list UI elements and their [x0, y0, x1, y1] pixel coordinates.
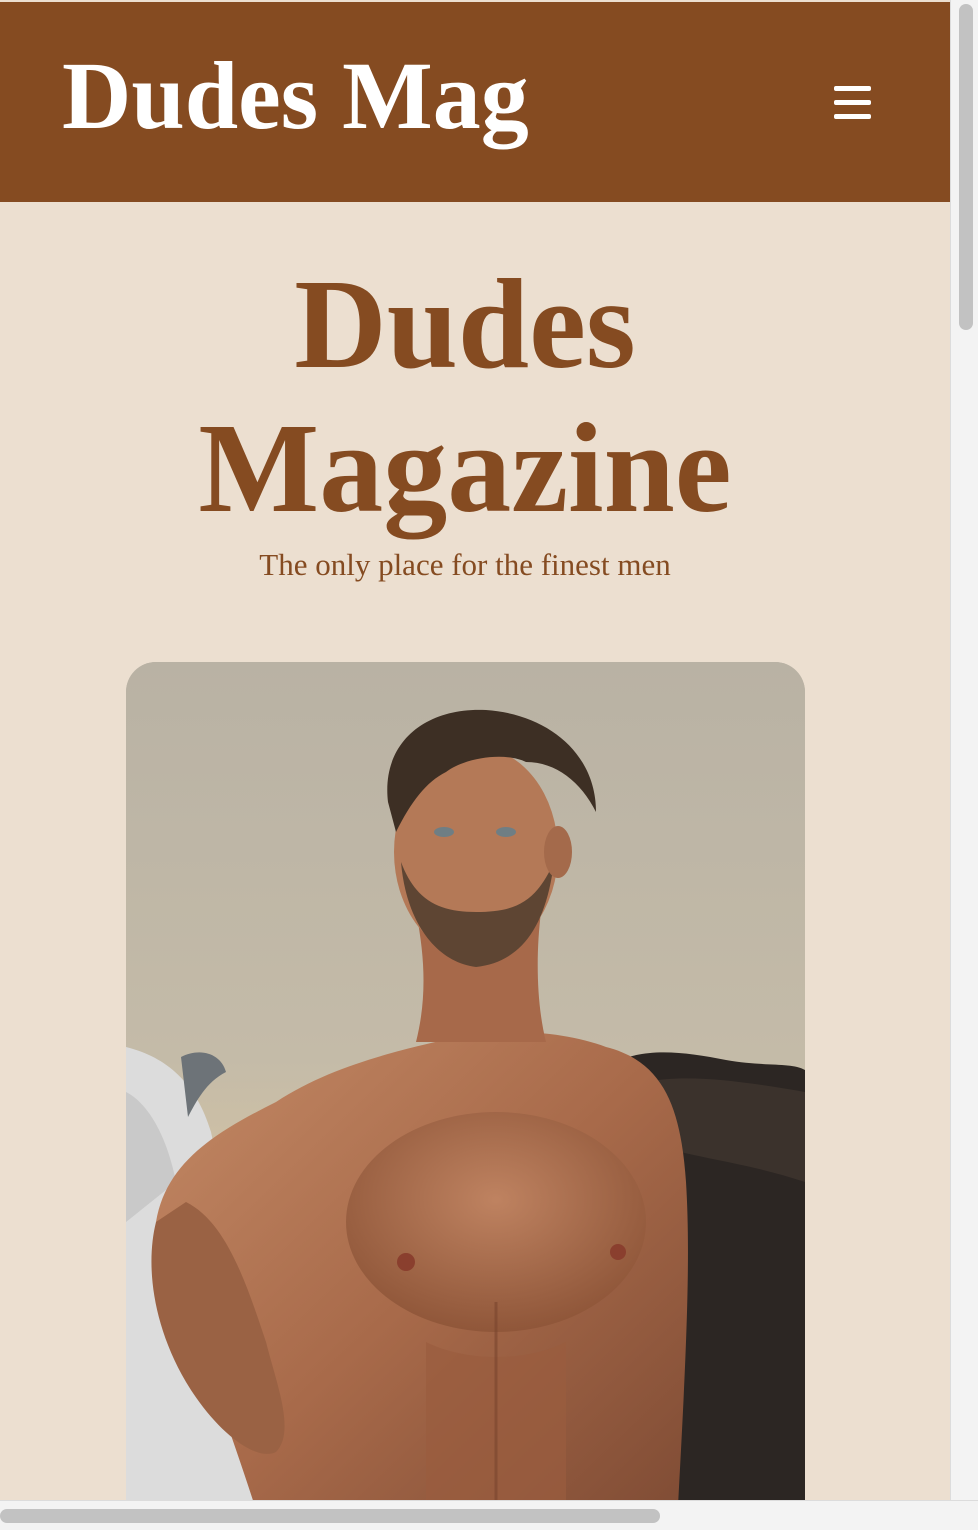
- menu-bar-bottom: [834, 114, 871, 119]
- hero-title: Dudes Magazine: [0, 252, 930, 540]
- site-header: Dudes Mag: [0, 2, 950, 202]
- menu-bar-top: [834, 86, 871, 91]
- hero-title-line-1: Dudes: [294, 253, 636, 395]
- hamburger-menu-button[interactable]: [826, 80, 878, 126]
- menu-bar-middle: [834, 100, 871, 105]
- hero-title-line-2: Magazine: [198, 397, 732, 539]
- site-logo-title[interactable]: Dudes Mag: [62, 48, 529, 144]
- page: Dudes Mag Dudes Magazine The only place …: [0, 0, 950, 1500]
- vertical-scrollbar[interactable]: [950, 0, 978, 1500]
- feature-photo-illustration: [126, 662, 805, 1500]
- feature-photo: [126, 662, 805, 1500]
- vertical-scrollbar-thumb[interactable]: [959, 4, 973, 330]
- horizontal-scrollbar-thumb[interactable]: [0, 1509, 660, 1523]
- horizontal-scrollbar[interactable]: [0, 1500, 978, 1530]
- hero-tagline: The only place for the finest men: [259, 547, 671, 582]
